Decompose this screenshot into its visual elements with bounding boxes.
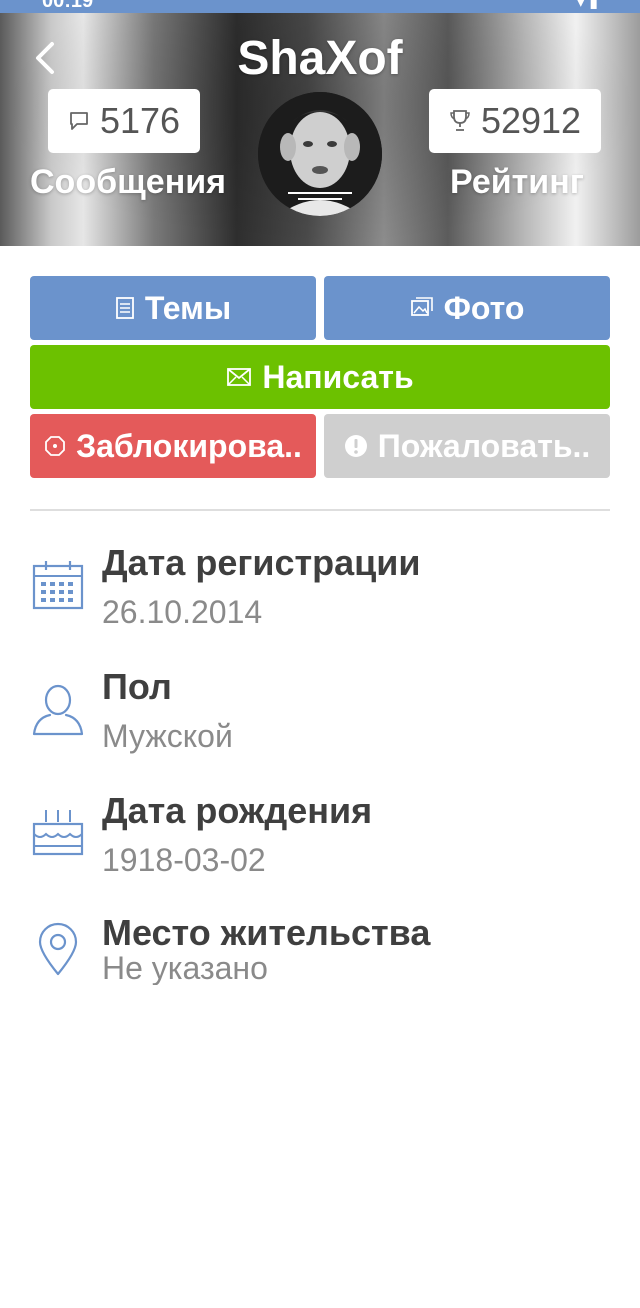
photo-button-label: Фото [443, 289, 525, 326]
exclamation-circle-icon [344, 434, 368, 458]
themes-button-label: Темы [144, 289, 232, 326]
location-pin-icon [28, 920, 88, 980]
report-user-button[interactable]: Пожаловать.. [324, 414, 610, 478]
info-title: Дата рождения [102, 790, 373, 831]
info-value: Мужской [102, 718, 233, 754]
trophy-icon [449, 109, 471, 133]
rating-count-box[interactable]: 52912 [429, 89, 601, 153]
info-value: 26.10.2014 [102, 594, 263, 630]
speech-bubble-icon [68, 110, 90, 132]
system-icons: ▾ ▮ [576, 0, 598, 11]
info-title: Дата регистрации [102, 542, 421, 583]
profile-username: ShaXof [237, 32, 403, 85]
block-button-label: Заблокирова.. [76, 427, 302, 464]
themes-button[interactable]: Темы [30, 276, 316, 340]
info-value: 1918-03-02 [102, 842, 266, 878]
photo-button[interactable]: Фото [324, 276, 610, 340]
birthday-cake-icon [28, 802, 88, 862]
image-icon [410, 297, 434, 319]
calendar-icon [28, 556, 88, 616]
report-button-label: Пожаловать.. [377, 427, 591, 464]
info-title: Место жительства [102, 912, 431, 953]
rating-count: 52912 [480, 100, 582, 141]
divider [30, 509, 610, 511]
messages-label: Сообщения [30, 163, 226, 201]
block-user-button[interactable]: Заблокирова.. [30, 414, 316, 478]
messages-count-box[interactable]: 5176 [48, 89, 200, 153]
person-icon [28, 680, 88, 740]
write-button-label: Написать [262, 358, 414, 395]
info-title: Пол [102, 666, 172, 707]
list-fade [0, 985, 640, 1025]
profile-header: ShaXof 5176 Сообщения 52912 Рейтинг [0, 13, 640, 246]
rating-label: Рейтинг [450, 163, 584, 201]
envelope-icon [226, 367, 252, 387]
info-value: Не указано [102, 950, 268, 986]
status-time: 00:19 [42, 0, 94, 12]
messages-count: 5176 [99, 100, 181, 141]
status-bar: 00:19 ▾ ▮ [0, 0, 640, 13]
avatar[interactable] [258, 92, 382, 216]
write-message-button[interactable]: Написать [30, 345, 610, 409]
document-icon [115, 296, 135, 320]
octagon-warning-icon [44, 435, 66, 457]
